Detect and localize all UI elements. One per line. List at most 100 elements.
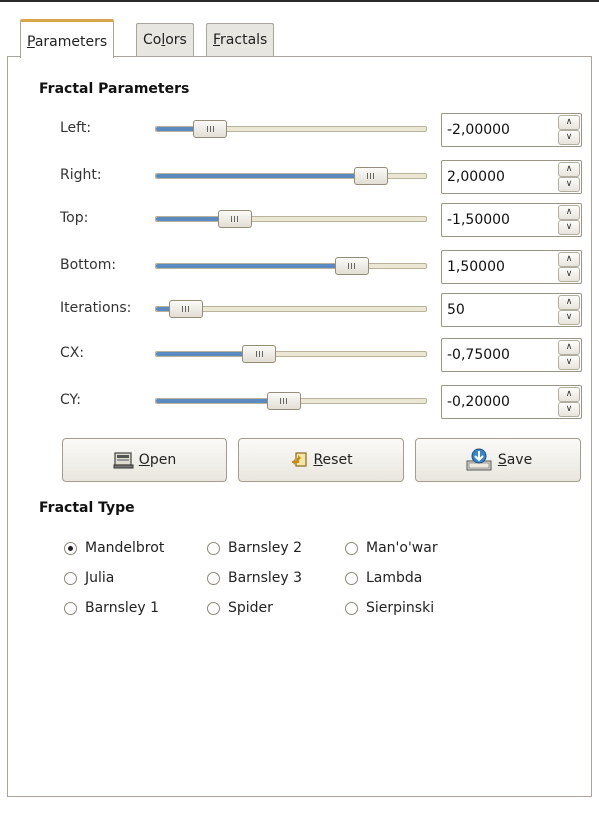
- parameter-spinbox[interactable]: ∧∨: [441, 338, 582, 372]
- slider-handle[interactable]: [353, 167, 388, 185]
- tab-label: Parameters: [27, 34, 108, 50]
- radio-unchecked-icon[interactable]: [345, 601, 358, 615]
- slider-handle[interactable]: [242, 345, 277, 363]
- parameter-slider[interactable]: [155, 257, 427, 275]
- radio-label: Lambda: [366, 570, 423, 586]
- parameter-label: CY:: [60, 392, 81, 408]
- parameter-label: Top:: [60, 210, 89, 226]
- radio-label: Spider: [228, 600, 273, 616]
- slider-fill: [156, 399, 284, 403]
- parameter-slider[interactable]: [155, 345, 427, 363]
- radio-label: Sierpinski: [366, 600, 435, 616]
- parameter-slider[interactable]: [155, 167, 427, 185]
- parameter-value-input[interactable]: [442, 386, 556, 418]
- parameter-value-input[interactable]: [442, 339, 556, 371]
- parameter-slider[interactable]: [155, 300, 427, 318]
- open-button[interactable]: Open: [62, 438, 227, 482]
- fractal-type-radio[interactable]: Barnsley 3: [207, 567, 302, 589]
- spin-up-icon[interactable]: ∧: [558, 295, 580, 310]
- parameter-row: Left: ∧∨: [0, 110, 599, 150]
- parameter-spinbox[interactable]: ∧∨: [441, 293, 582, 327]
- spin-down-icon[interactable]: ∨: [558, 130, 580, 145]
- radio-checked-icon[interactable]: [64, 541, 77, 555]
- parameter-label: Right:: [60, 167, 102, 183]
- reset-button[interactable]: Reset: [238, 438, 404, 482]
- radio-label: Barnsley 3: [228, 570, 303, 586]
- parameter-slider[interactable]: [155, 120, 427, 138]
- parameter-spinbox[interactable]: ∧∨: [441, 203, 582, 237]
- radio-unchecked-icon[interactable]: [207, 541, 220, 555]
- spin-up-icon[interactable]: ∧: [558, 387, 580, 402]
- fractal-type-radio[interactable]: Sierpinski: [345, 597, 434, 619]
- spin-buttons: ∧ ∨: [558, 115, 580, 145]
- spin-buttons: ∧ ∨: [558, 340, 580, 370]
- spin-up-icon[interactable]: ∧: [558, 162, 580, 177]
- parameter-spinbox[interactable]: ∧∨: [441, 160, 582, 194]
- fractal-type-radio[interactable]: Barnsley 1: [64, 597, 159, 619]
- spin-up-icon[interactable]: ∧: [558, 205, 580, 220]
- parameter-row: CX: ∧∨: [0, 335, 599, 375]
- parameter-label: Iterations:: [60, 300, 132, 316]
- tab-parameters[interactable]: Parameters: [20, 19, 115, 58]
- spin-down-icon[interactable]: ∨: [558, 355, 580, 370]
- slider-handle[interactable]: [193, 120, 228, 138]
- spin-up-icon[interactable]: ∧: [558, 115, 580, 130]
- spin-down-icon[interactable]: ∨: [558, 177, 580, 192]
- parameter-row: Bottom: ∧∨: [0, 247, 599, 287]
- spin-down-icon[interactable]: ∨: [558, 310, 580, 325]
- parameter-slider[interactable]: [155, 392, 427, 410]
- parameter-value-input[interactable]: [442, 294, 556, 326]
- tab-colors[interactable]: Colors: [136, 23, 194, 56]
- spin-buttons: ∧ ∨: [558, 295, 580, 325]
- radio-label: Julia: [85, 570, 115, 586]
- radio-unchecked-icon[interactable]: [207, 571, 220, 585]
- fractal-type-radio[interactable]: Barnsley 2: [207, 537, 302, 559]
- tab-fractals[interactable]: Fractals: [206, 23, 275, 56]
- fractal-parameters-heading: Fractal Parameters: [39, 81, 190, 97]
- spin-buttons: ∧ ∨: [558, 387, 580, 417]
- fractal-type-heading: Fractal Type: [39, 500, 135, 516]
- radio-label: Man'o'war: [366, 540, 438, 556]
- parameter-label: Left:: [60, 120, 92, 136]
- spin-down-icon[interactable]: ∨: [558, 267, 580, 282]
- radio-label: Mandelbrot: [85, 540, 165, 556]
- parameter-spinbox[interactable]: ∧∨: [441, 250, 582, 284]
- fractal-type-radio[interactable]: Spider: [207, 597, 273, 619]
- spin-up-icon[interactable]: ∧: [558, 252, 580, 267]
- fractal-type-radio[interactable]: Lambda: [345, 567, 422, 589]
- tab-label: Fractals: [213, 32, 268, 48]
- parameter-spinbox[interactable]: ∧∨: [441, 113, 582, 147]
- parameter-label: Bottom:: [60, 257, 117, 273]
- radio-unchecked-icon[interactable]: [345, 571, 358, 585]
- fractal-type-radio[interactable]: Man'o'war: [345, 537, 438, 559]
- slider-handle[interactable]: [266, 392, 301, 410]
- reset-button-label: Reset: [313, 452, 353, 468]
- slider-handle[interactable]: [334, 257, 369, 275]
- open-button-label: Open: [138, 452, 177, 468]
- fractal-type-radio[interactable]: Julia: [64, 567, 114, 589]
- save-button-label: Save: [497, 452, 533, 468]
- radio-unchecked-icon[interactable]: [345, 541, 358, 555]
- radio-unchecked-icon[interactable]: [207, 601, 220, 615]
- parameter-row: Right: ∧∨: [0, 157, 599, 197]
- parameter-spinbox[interactable]: ∧∨: [441, 385, 582, 419]
- radio-unchecked-icon[interactable]: [64, 571, 77, 585]
- save-button[interactable]: Save: [415, 438, 581, 482]
- fractal-type-radio[interactable]: Mandelbrot: [64, 537, 164, 559]
- spin-up-icon[interactable]: ∧: [558, 340, 580, 355]
- parameter-slider[interactable]: [155, 210, 427, 228]
- radio-unchecked-icon[interactable]: [64, 601, 77, 615]
- parameter-row: CY: ∧∨: [0, 382, 599, 422]
- parameter-value-input[interactable]: [442, 251, 556, 283]
- slider-handle[interactable]: [168, 300, 203, 318]
- spin-down-icon[interactable]: ∨: [558, 402, 580, 417]
- parameter-row: Iterations: ∧∨: [0, 290, 599, 330]
- spin-down-icon[interactable]: ∨: [558, 220, 580, 235]
- parameter-value-input[interactable]: [442, 204, 556, 236]
- tab-label: Colors: [143, 32, 187, 48]
- parameter-value-input[interactable]: [442, 114, 556, 146]
- slider-fill: [156, 174, 371, 178]
- parameter-value-input[interactable]: [442, 161, 556, 193]
- parameter-label: CX:: [60, 345, 85, 361]
- slider-handle[interactable]: [217, 210, 252, 228]
